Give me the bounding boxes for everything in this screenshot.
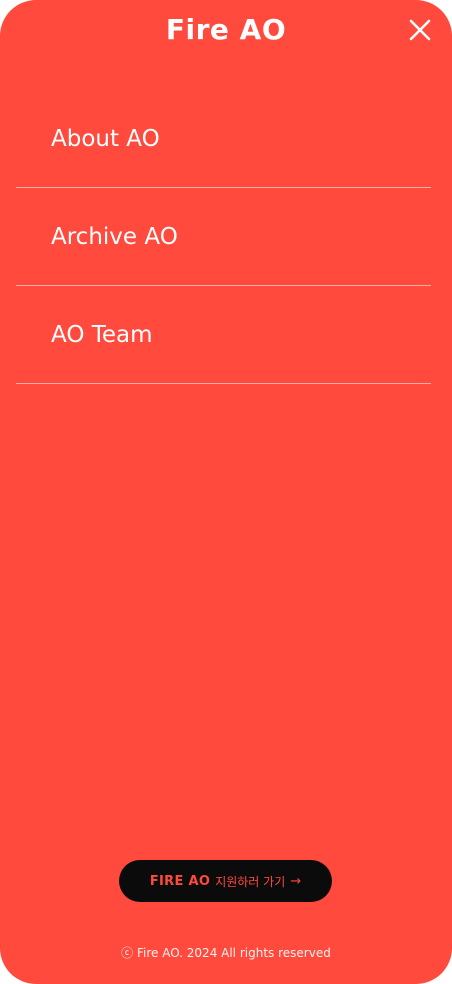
arrow-right-icon: → xyxy=(290,873,302,889)
menu-item-about[interactable]: About AO xyxy=(16,90,431,188)
apply-button-label: 지원하러 가기 xyxy=(215,874,286,889)
apply-button-brand: FIRE AO xyxy=(149,873,211,889)
close-icon xyxy=(409,19,431,41)
menu-header: Fire AO xyxy=(0,0,452,64)
close-button[interactable] xyxy=(408,18,432,42)
menu-item-label: Archive AO xyxy=(51,223,178,250)
menu-item-team[interactable]: AO Team xyxy=(16,286,431,384)
menu-overlay: Fire AO About AO Archive AO AO Team FIRE… xyxy=(0,0,452,984)
nav-menu: About AO Archive AO AO Team xyxy=(16,90,431,384)
menu-item-label: AO Team xyxy=(51,321,153,348)
apply-button[interactable]: FIRE AO 지원하러 가기 → xyxy=(119,860,332,902)
logo[interactable]: Fire AO xyxy=(0,13,452,46)
menu-item-label: About AO xyxy=(51,125,160,152)
copyright-text: ⓒ Fire AO. 2024 All rights reserved xyxy=(121,946,331,960)
menu-item-archive[interactable]: Archive AO xyxy=(16,188,431,286)
